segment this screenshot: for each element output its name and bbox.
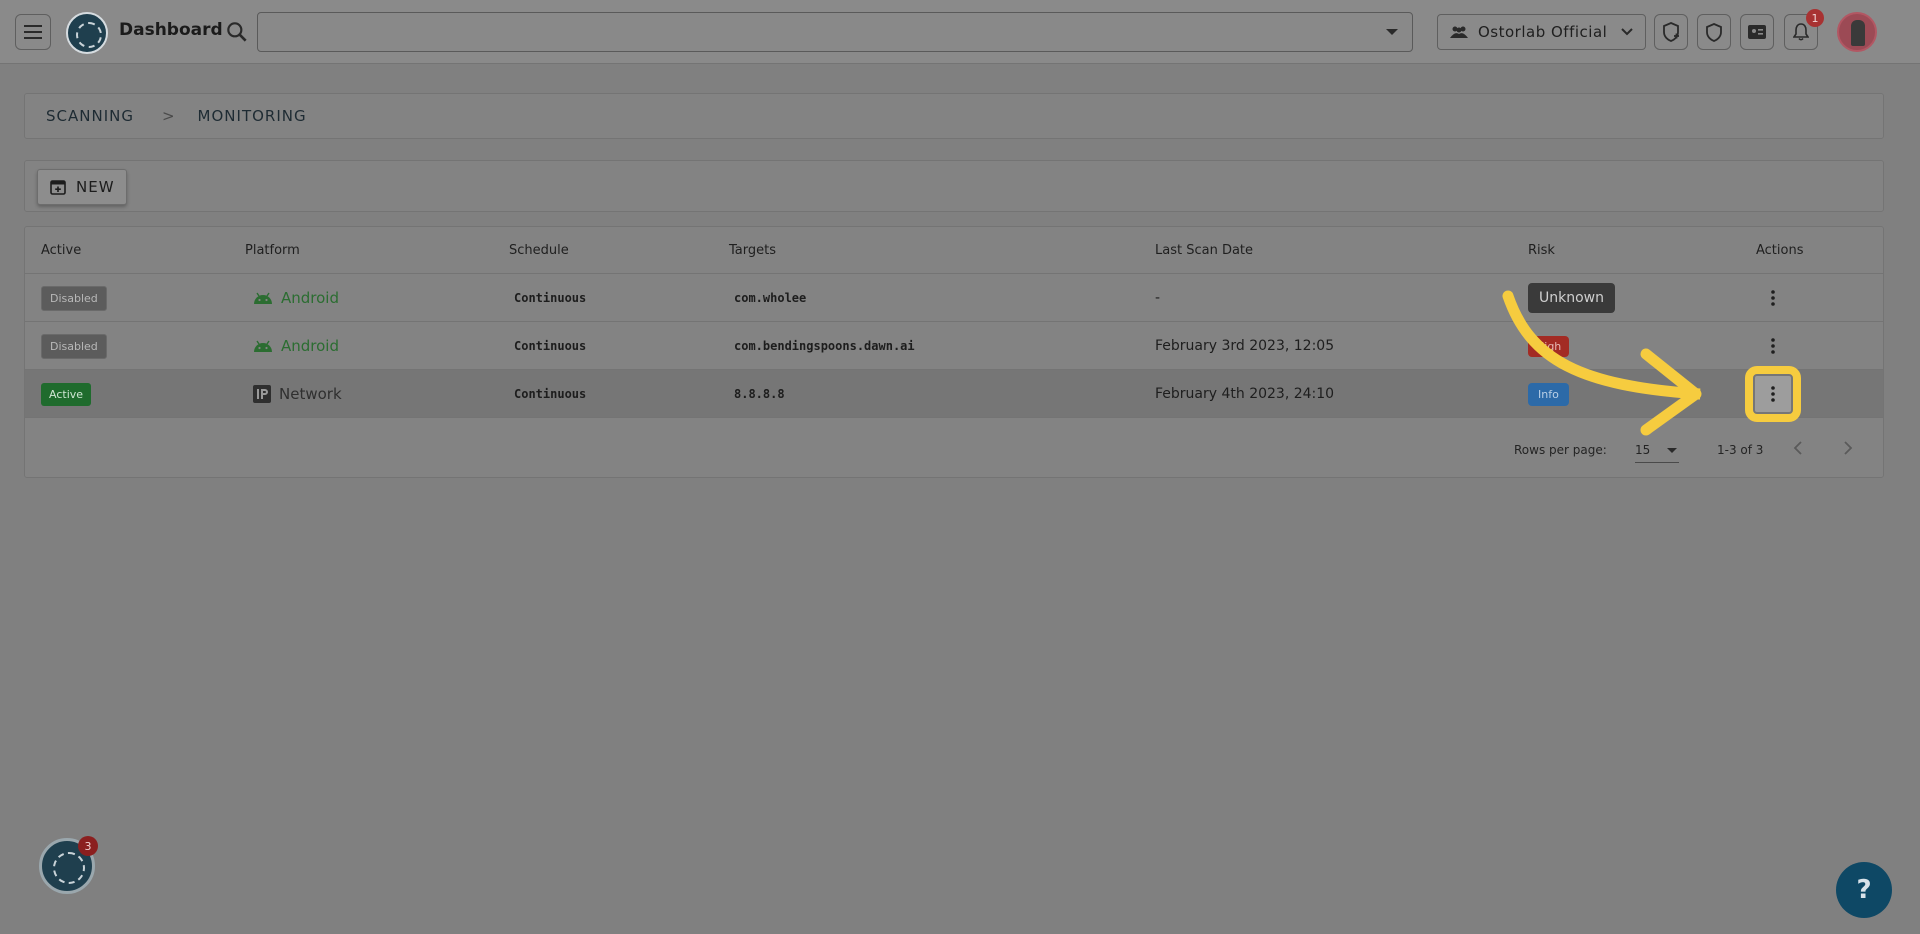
menu-icon [24,25,42,39]
bell-icon [1793,23,1809,41]
column-risk[interactable]: Risk [1528,243,1555,258]
organization-name: Ostorlab Official [1478,23,1608,41]
breadcrumb-scanning[interactable]: SCANNING [46,107,134,125]
assistant-badge: 3 [78,836,98,856]
breadcrumb: SCANNING > MONITORING [24,93,1884,139]
avatar[interactable] [1837,12,1877,52]
status-badge: Disabled [41,285,107,311]
calendar-add-icon [50,180,66,195]
last-scan-cell: - [1155,290,1161,306]
column-actions: Actions [1756,243,1804,258]
last-scan-cell: February 4th 2023, 24:10 [1155,386,1335,402]
search-icon [227,22,247,42]
android-icon [254,292,272,304]
shield-plus-icon [1663,22,1679,42]
target-cell: com.wholee [734,291,807,305]
search-input[interactable] [258,13,1412,51]
notification-badge: 1 [1806,9,1824,27]
platform-cell: Android [253,337,339,355]
column-schedule[interactable]: Schedule [509,243,569,258]
platform-label: Android [281,289,339,307]
next-page-button[interactable] [1843,439,1853,460]
target-cell: com.bendingspoons.dawn.ai [734,339,915,353]
shield-icon [1706,22,1722,42]
column-platform[interactable]: Platform [245,243,300,258]
platform-cell: Android [253,289,339,307]
table-header: Active Platform Schedule Targets Last Sc… [25,227,1883,274]
column-active[interactable]: Active [41,243,81,258]
top-bar: Dashboard Ostorlab Official 1 [0,0,1920,64]
ip-icon [253,385,271,403]
app-logo[interactable] [66,12,108,54]
new-button-label: NEW [76,178,115,196]
help-button[interactable]: ? [1836,862,1892,918]
organization-selector[interactable]: Ostorlab Official [1437,14,1646,50]
breadcrumb-separator: > [161,107,176,125]
column-targets[interactable]: Targets [729,243,776,258]
menu-button[interactable] [15,14,51,50]
id-card-icon [1748,25,1766,39]
search-field[interactable] [257,12,1413,52]
platform-label: Network [279,385,342,403]
column-last-scan-date[interactable]: Last Scan Date [1155,243,1253,258]
chevron-down-icon [1621,28,1633,36]
schedule-cell: Continuous [514,387,587,401]
guidance-arrow [1502,290,1702,436]
platform-label: Android [281,337,339,355]
status-badge: Disabled [41,333,107,359]
breadcrumb-monitoring[interactable]: MONITORING [198,107,307,125]
schedule-cell: Continuous [514,291,587,305]
platform-cell: Network [253,385,342,403]
new-button[interactable]: NEW [37,169,127,205]
account-button[interactable] [1740,14,1774,50]
chevron-right-icon [1844,441,1853,455]
toolbar: NEW [24,160,1884,212]
android-icon [254,340,272,352]
last-scan-cell: February 3rd 2023, 12:05 [1155,338,1335,354]
schedule-cell: Continuous [514,339,587,353]
app-title: Dashboard [119,20,223,40]
chevron-down-icon[interactable] [1386,29,1398,35]
status-badge: Active [41,382,92,406]
target-cell: 8.8.8.8 [734,387,785,401]
new-scan-button[interactable] [1654,14,1688,50]
security-button[interactable] [1697,14,1731,50]
group-icon [1450,26,1468,38]
